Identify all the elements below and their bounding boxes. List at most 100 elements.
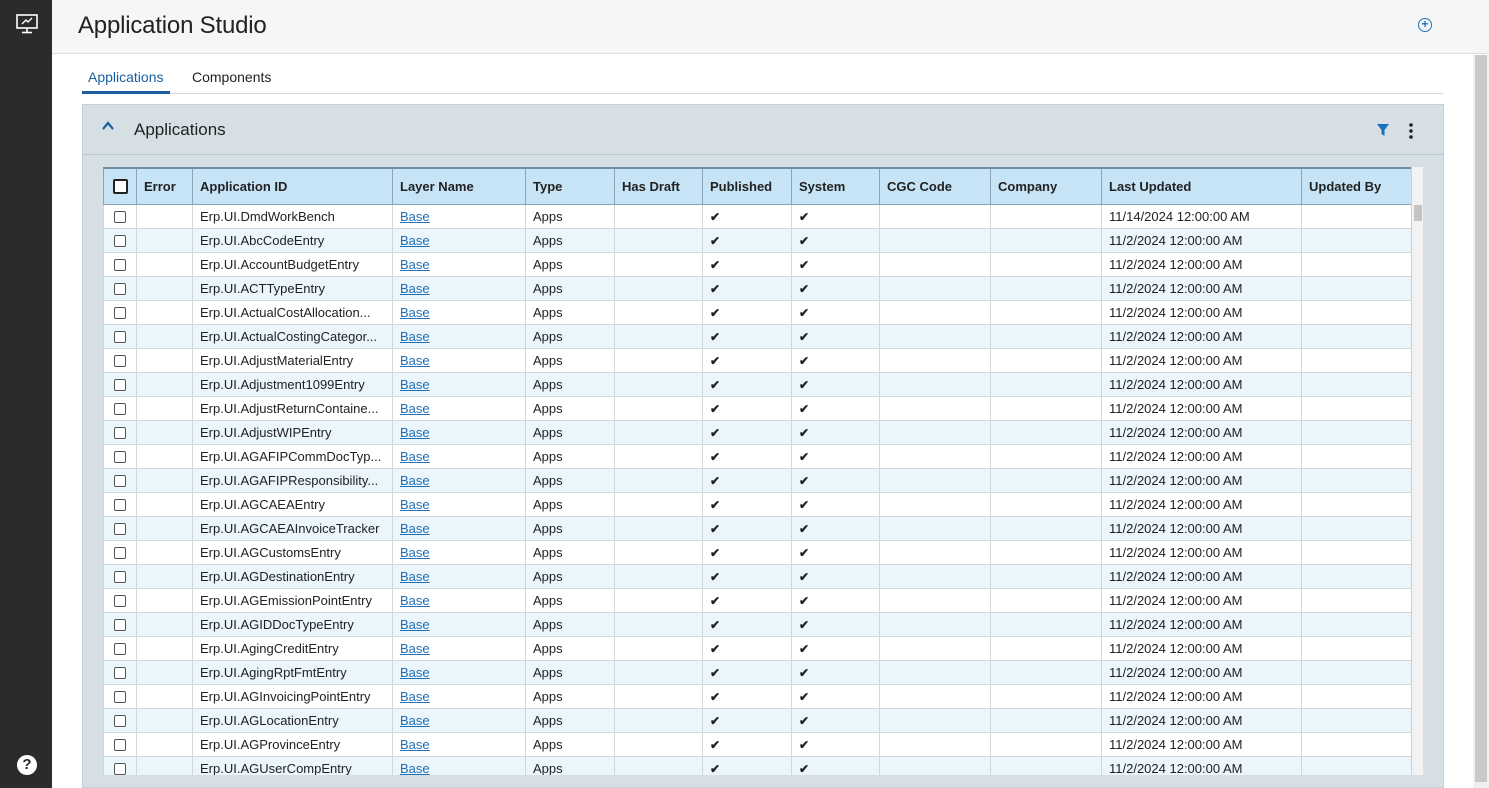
row-checkbox[interactable] [114,307,126,320]
grid-scrollbar[interactable] [1411,167,1423,775]
table-row[interactable]: Erp.UI.Adjustment1099Entry Base Apps ✔ ✔ 11/2… [103,371,1412,397]
row-checkbox[interactable] [114,403,126,416]
table-row[interactable]: Erp.UI.AgingCreditEntry Base Apps ✔ ✔ 11/2/20… [103,635,1412,661]
table-row[interactable]: Erp.UI.AGCustomsEntry Base Apps ✔ ✔ 11/2/2024… [103,539,1412,565]
tab-applications[interactable]: Applications [82,69,170,94]
layer-link[interactable]: Base [400,569,430,584]
layer-link[interactable]: Base [400,305,430,320]
row-checkbox[interactable] [114,715,126,728]
layer-link[interactable]: Base [400,521,430,536]
table-row[interactable]: Erp.UI.AGCAEAInvoiceTracker Base Apps ✔ ✔ 11/… [103,515,1412,541]
select-all-checkbox[interactable] [112,179,128,195]
row-checkbox[interactable] [114,331,126,344]
table-row[interactable]: Erp.UI.ACTTypeEntry Base Apps ✔ ✔ 11/2/2024 1… [103,275,1412,301]
row-checkbox[interactable] [114,691,126,704]
table-row[interactable]: Erp.UI.ActualCostAllocation... Base Apps ✔ ✔… [103,299,1412,325]
row-checkbox[interactable] [114,547,126,560]
page-scrollbar-thumb[interactable] [1475,55,1487,782]
row-checkbox[interactable] [114,235,126,248]
cell-last-updated: 11/2/2024 12:00:00 AM [1101,299,1302,325]
layer-link[interactable]: Base [400,497,430,512]
table-row[interactable]: Erp.UI.AgingRptFmtEntry Base Apps ✔ ✔ 11/2/20… [103,659,1412,685]
column-header-layer-name[interactable]: Layer Name [392,167,526,205]
cell-has-draft [614,467,703,493]
table-row[interactable]: Erp.UI.AGUserCompEntry Base Apps ✔ ✔ 11/2/202… [103,755,1412,776]
row-checkbox[interactable] [114,451,126,464]
layer-link[interactable]: Base [400,377,430,392]
column-header-type[interactable]: Type [525,167,615,205]
row-checkbox[interactable] [114,763,126,775]
row-checkbox[interactable] [114,259,126,272]
row-checkbox[interactable] [114,355,126,368]
help-icon[interactable]: ? [17,755,37,775]
table-row[interactable]: Erp.UI.AccountBudgetEntry Base Apps ✔ ✔ 11/2/… [103,251,1412,277]
table-row[interactable]: Erp.UI.AdjustWIPEntry Base Apps ✔ ✔ 11/2/2024… [103,419,1412,445]
table-row[interactable]: Erp.UI.AGProvinceEntry Base Apps ✔ ✔ 11/2/202… [103,731,1412,757]
layer-link[interactable]: Base [400,425,430,440]
layer-link[interactable]: Base [400,329,430,344]
layer-link[interactable]: Base [400,353,430,368]
layer-link[interactable]: Base [400,209,430,224]
row-checkbox[interactable] [114,595,126,608]
table-row[interactable]: Erp.UI.AGEmissionPointEntry Base Apps ✔ ✔ 11/… [103,587,1412,613]
table-row[interactable]: Erp.UI.AGAFIPResponsibility... Base Apps ✔ ✔… [103,467,1412,493]
column-header-has-draft[interactable]: Has Draft [614,167,703,205]
layer-link[interactable]: Base [400,233,430,248]
column-header-cgc-code[interactable]: CGC Code [879,167,991,205]
column-header-system[interactable]: System [791,167,880,205]
table-row[interactable]: Erp.UI.AGDestinationEntry Base Apps ✔ ✔ 11/2/… [103,563,1412,589]
layer-link[interactable]: Base [400,761,430,776]
row-checkbox[interactable] [114,571,126,584]
table-row[interactable]: Erp.UI.AdjustMaterialEntry Base Apps ✔ ✔ 11/2… [103,347,1412,373]
table-row[interactable]: Erp.UI.DmdWorkBench Base Apps ✔ ✔ 11/14/2024 … [103,203,1412,229]
row-checkbox[interactable] [114,523,126,536]
layer-link[interactable]: Base [400,641,430,656]
row-checkbox[interactable] [114,211,126,224]
layer-link[interactable]: Base [400,449,430,464]
layer-link[interactable]: Base [400,737,430,752]
layer-link[interactable]: Base [400,617,430,632]
row-checkbox[interactable] [114,643,126,656]
layer-link[interactable]: Base [400,545,430,560]
column-header-last-updated[interactable]: Last Updated [1101,167,1302,205]
column-header-error[interactable]: Error [136,167,193,205]
layer-link[interactable]: Base [400,665,430,680]
row-checkbox[interactable] [114,475,126,488]
filter-icon[interactable] [1376,123,1390,137]
panel-title: Applications [134,120,226,139]
table-row[interactable]: Erp.UI.AGAFIPCommDocTyp... Base Apps ✔ ✔ 11/2… [103,443,1412,469]
page-scrollbar[interactable] [1473,55,1489,788]
row-checkbox[interactable] [114,379,126,392]
layer-link[interactable]: Base [400,713,430,728]
row-checkbox[interactable] [114,283,126,296]
layer-link[interactable]: Base [400,257,430,272]
layer-link[interactable]: Base [400,281,430,296]
grid-scrollbar-thumb[interactable] [1414,205,1422,221]
row-checkbox[interactable] [114,667,126,680]
row-checkbox[interactable] [114,499,126,512]
layer-link[interactable]: Base [400,689,430,704]
monitor-icon[interactable] [16,14,38,34]
add-circle-icon[interactable]: + [1418,18,1432,32]
row-checkbox[interactable] [114,739,126,752]
kebab-menu-icon[interactable] [1406,122,1416,140]
chevron-up-icon[interactable] [101,119,115,133]
table-row[interactable]: Erp.UI.AbcCodeEntry Base Apps ✔ ✔ 11/2/2024 1… [103,227,1412,253]
table-row[interactable]: Erp.UI.AGCAEAEntry Base Apps ✔ ✔ 11/2/2024 12… [103,491,1412,517]
table-row[interactable]: Erp.UI.AGInvoicingPointEntry Base Apps ✔ ✔ 11… [103,683,1412,709]
table-row[interactable]: Erp.UI.AdjustReturnContaine... Base Apps ✔ ✔… [103,395,1412,421]
cell-has-draft [614,323,703,349]
column-header-application-id[interactable]: Application ID [192,167,393,205]
row-checkbox[interactable] [114,619,126,632]
tab-components[interactable]: Components [192,69,271,85]
column-header-company[interactable]: Company [990,167,1102,205]
table-row[interactable]: Erp.UI.AGLocationEntry Base Apps ✔ ✔ 11/2/202… [103,707,1412,733]
column-header-updated-by[interactable]: Updated By [1301,167,1412,205]
row-checkbox[interactable] [114,427,126,440]
table-row[interactable]: Erp.UI.AGIDDocTypeEntry Base Apps ✔ ✔ 11/2/20… [103,611,1412,637]
column-header-published[interactable]: Published [702,167,792,205]
layer-link[interactable]: Base [400,593,430,608]
layer-link[interactable]: Base [400,401,430,416]
table-row[interactable]: Erp.UI.ActualCostingCategor... Base Apps ✔ ✔… [103,323,1412,349]
layer-link[interactable]: Base [400,473,430,488]
